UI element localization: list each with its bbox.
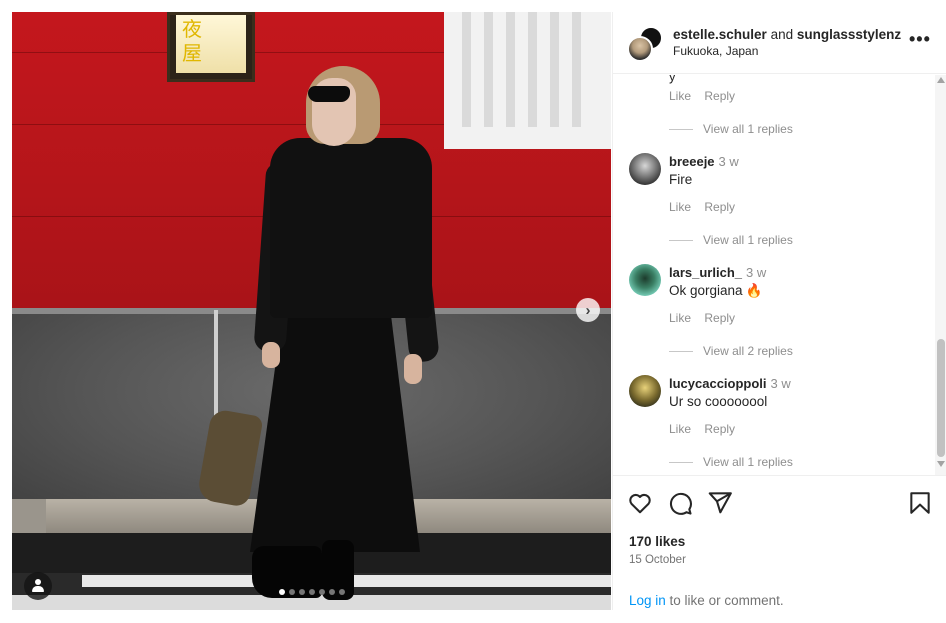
avatar[interactable]: [629, 153, 661, 185]
author-joiner: and: [770, 27, 794, 42]
view-replies-label: View all 1 replies: [703, 233, 793, 247]
person-hand: [404, 354, 422, 384]
login-link[interactable]: Log in: [629, 593, 666, 608]
view-replies-label: View all 2 replies: [703, 344, 793, 358]
comment-header: breeeje 3 w: [669, 154, 739, 169]
carousel-dot: [339, 589, 345, 595]
comment-username[interactable]: lucycaccioppoli: [669, 376, 767, 391]
comment-actions: Like Reply: [669, 200, 745, 214]
view-replies-button[interactable]: View all 2 replies: [669, 344, 793, 358]
like-comment-button[interactable]: Like: [669, 311, 691, 325]
view-replies-button[interactable]: View all 1 replies: [669, 233, 793, 247]
bookmark-icon: [910, 492, 930, 514]
carousel-dot: [319, 589, 325, 595]
comment-header: lucycaccioppoli 3 w: [669, 376, 791, 391]
avatar: [627, 36, 653, 62]
tagged-users-button[interactable]: [24, 572, 52, 600]
divider: [669, 128, 693, 130]
post-date: 15 October: [629, 554, 686, 566]
comment-username[interactable]: breeeje: [669, 154, 715, 169]
sign-text: 夜 屋: [176, 15, 246, 73]
carousel-dot: [299, 589, 305, 595]
like-button[interactable]: [627, 490, 653, 516]
post-header: estelle.schuler and sunglassstylenz Fuku…: [613, 12, 946, 74]
comment-actions: Like Reply: [669, 422, 745, 436]
like-comment-button[interactable]: Like: [669, 89, 691, 103]
share-icon: [708, 492, 732, 514]
fire-emoji: 🔥: [745, 283, 763, 298]
save-button[interactable]: [907, 490, 933, 516]
post-side-panel: estelle.schuler and sunglassstylenz Fuku…: [612, 12, 946, 610]
likes-count[interactable]: 170 likes: [629, 534, 685, 549]
person-hand: [262, 342, 280, 368]
comments-scrollbar[interactable]: [935, 75, 946, 475]
view-replies-button[interactable]: View all 1 replies: [669, 455, 793, 469]
scroll-down-arrow-icon[interactable]: [937, 461, 945, 467]
comments-list: y Like Reply View all 1 replies breeeje 3…: [613, 75, 946, 475]
share-button[interactable]: [707, 490, 733, 516]
window-grille: [444, 12, 611, 149]
comment-actions: Like Reply: [669, 89, 745, 103]
comment-text: Fire: [669, 172, 693, 187]
login-prompt-text: to like or comment.: [665, 593, 784, 608]
author-avatars[interactable]: [627, 26, 663, 62]
comment-username[interactable]: lars_urlich_: [669, 265, 742, 280]
comment-time: 3 w: [770, 376, 791, 391]
reply-button[interactable]: Reply: [704, 89, 735, 103]
view-replies-label: View all 1 replies: [703, 122, 793, 136]
like-comment-button[interactable]: Like: [669, 422, 691, 436]
more-options-button[interactable]: •••: [909, 30, 933, 52]
scroll-up-arrow-icon[interactable]: [937, 77, 945, 83]
divider: [669, 461, 693, 463]
coauthor-link[interactable]: sunglassstylenz: [797, 27, 901, 42]
like-comment-button[interactable]: Like: [669, 200, 691, 214]
reply-button[interactable]: Reply: [704, 200, 735, 214]
carousel-dot: [309, 589, 315, 595]
comment-actions: Like Reply: [669, 311, 745, 325]
location-link[interactable]: Fukuoka, Japan: [673, 44, 758, 58]
divider: [669, 350, 693, 352]
comment-button[interactable]: [667, 490, 693, 516]
person-coat: [270, 138, 432, 318]
view-replies-button[interactable]: View all 1 replies: [669, 122, 793, 136]
carousel-dots: [279, 589, 345, 595]
comment-header: lars_urlich_ 3 w: [669, 265, 766, 280]
comment-time: 3 w: [746, 265, 767, 280]
comment-text: Ur so coooooool: [669, 394, 768, 409]
post-actions: 170 likes 15 October Log in to like or c…: [613, 475, 946, 610]
chevron-right-icon: ›: [585, 301, 591, 319]
next-slide-button[interactable]: ›: [576, 298, 600, 322]
login-prompt: Log in to like or comment.: [629, 593, 784, 608]
reply-button[interactable]: Reply: [704, 422, 735, 436]
comment-icon: [670, 492, 692, 515]
lantern-sign: 夜 屋: [167, 12, 255, 82]
view-replies-label: View all 1 replies: [703, 455, 793, 469]
user-tag-icon: [35, 579, 41, 585]
avatar[interactable]: [629, 264, 661, 296]
comment-text-wrap: Ok gorgiana 🔥: [669, 283, 762, 299]
heart-icon: [629, 493, 651, 514]
sunglasses: [308, 86, 350, 102]
carousel-dot-active: [279, 589, 285, 595]
avatar[interactable]: [629, 375, 661, 407]
post-photo[interactable]: 夜 屋: [12, 12, 611, 610]
divider: [669, 239, 693, 241]
post-authors: estelle.schuler and sunglassstylenz: [673, 26, 901, 44]
comment-text: y: [669, 75, 676, 84]
comment-time: 3 w: [718, 154, 739, 169]
reply-button[interactable]: Reply: [704, 311, 735, 325]
scrollbar-thumb[interactable]: [937, 339, 945, 457]
comment-text: Ok gorgiana: [669, 283, 743, 298]
carousel-dot: [289, 589, 295, 595]
author-link[interactable]: estelle.schuler: [673, 27, 767, 42]
carousel-dot: [329, 589, 335, 595]
